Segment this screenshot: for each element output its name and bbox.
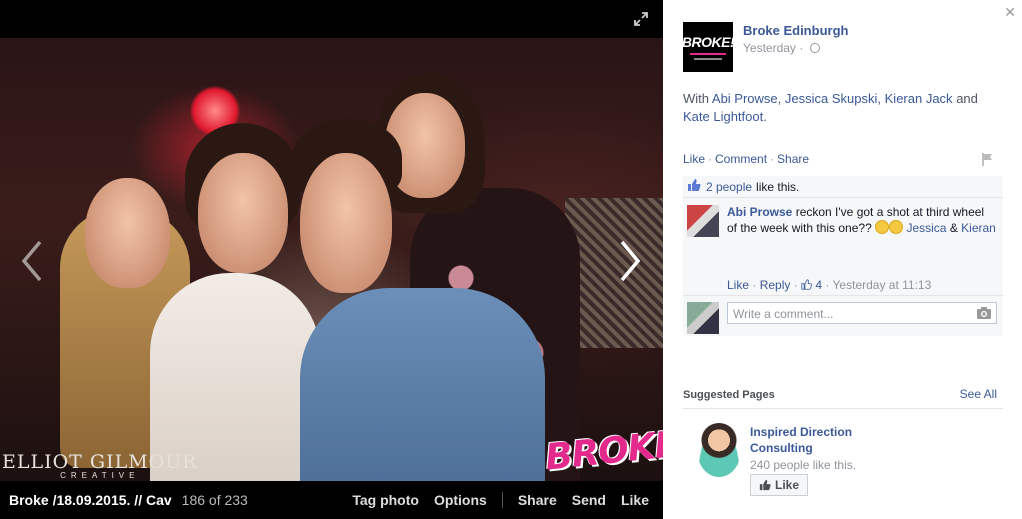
suggested-page-name[interactable]: Inspired Direction Consulting (750, 424, 910, 456)
comment-item: Abi Prowse reckon I've got a shot at thi… (683, 198, 1003, 334)
next-arrow-icon[interactable] (610, 236, 650, 286)
share-link[interactable]: Share (777, 152, 809, 166)
tagged-person-link[interactable]: Abi Prowse (712, 91, 778, 106)
see-all-link[interactable]: See All (960, 387, 997, 401)
options-button[interactable]: Options (434, 492, 487, 508)
man-shirt (300, 288, 545, 481)
suggested-pages-header: Suggested Pages See All (683, 387, 1003, 409)
comment-like-count-value: 4 (815, 278, 823, 292)
separator-comma: , (777, 91, 782, 106)
suggested-page-likes: 240 people like this. (750, 458, 857, 472)
separator (501, 492, 503, 508)
emoji-icon (875, 220, 890, 234)
like-thumb-icon (801, 279, 813, 290)
tag-photo-button[interactable]: Tag photo (352, 492, 419, 508)
share-button[interactable]: Share (518, 492, 557, 508)
like-thumb-icon (687, 178, 701, 195)
tagged-person-link[interactable]: Kate Lightfoot (683, 109, 763, 124)
send-button[interactable]: Send (572, 492, 606, 508)
dot-separator: · (770, 152, 775, 166)
like-button[interactable]: Like (621, 492, 649, 508)
tagged-person-link[interactable]: Jessica Skupski (785, 91, 877, 106)
comment-timestamp[interactable]: Yesterday at 11:13 (833, 278, 932, 292)
write-comment-row (683, 296, 1003, 336)
separator-comma: , (877, 91, 882, 106)
close-icon[interactable]: ✕ (1004, 4, 1016, 21)
comment-link[interactable]: Comment (715, 152, 767, 166)
timestamp-text: Yesterday (743, 41, 796, 55)
ampersand: & (949, 221, 958, 235)
comment-reply-link[interactable]: Reply (760, 278, 791, 292)
mention-link[interactable]: Jessica (906, 221, 946, 235)
photographer-watermark: ELLIOT GILMOUR CREATIVE (2, 451, 198, 480)
page-avatar-stripe (694, 58, 722, 60)
likes-summary: 2 people like this. (683, 176, 1003, 198)
page-avatar[interactable]: BROKE! (681, 22, 735, 72)
tagged-person-link[interactable]: Kieran Jack (885, 91, 953, 106)
photo-actions: Tag photo Options Share Send Like (337, 481, 663, 519)
comment-author[interactable]: Abi Prowse (727, 205, 792, 219)
comments-section: 2 people like this. Abi Prowse reckon I'… (683, 176, 1003, 336)
photo[interactable]: ELLIOT GILMOUR CREATIVE (0, 38, 663, 481)
dot-separator: · (708, 152, 713, 166)
comment-body: Abi Prowse reckon I've got a shot at thi… (727, 204, 997, 236)
photo-counter: 186 of 233 (181, 492, 248, 508)
globe-icon (809, 43, 820, 53)
and-word: and (956, 91, 978, 106)
mention-link[interactable]: Kieran (961, 221, 996, 235)
with-prefix: With (683, 91, 709, 106)
comment-like-count[interactable]: 4 (801, 278, 822, 292)
comment-meta: Like · Reply · 4 · Yesterday at 11:13 (727, 278, 932, 292)
man-face (300, 153, 392, 293)
period: . (763, 109, 767, 124)
post-timestamp[interactable]: Yesterday · (743, 41, 820, 55)
comment-like-link[interactable]: Like (727, 278, 749, 292)
suggested-page-avatar[interactable] (697, 423, 741, 477)
emoji-icon (889, 220, 904, 234)
post-panel: ✕ BROKE! Broke Edinburgh Yesterday · Wit… (663, 0, 1022, 519)
suggested-like-label: Like (774, 478, 799, 492)
page-avatar-logo: BROKE! (681, 34, 735, 50)
album-title[interactable]: Broke /18.09.2015. // Cav (9, 492, 172, 508)
likes-count-link[interactable]: 2 people (706, 180, 752, 194)
commenter-avatar[interactable] (687, 205, 719, 237)
like-thumb-icon (759, 479, 771, 491)
person-left-face (85, 178, 170, 288)
person-center-top (150, 273, 320, 481)
likes-text: like this. (756, 179, 800, 194)
prev-arrow-icon[interactable] (12, 236, 52, 286)
watermark-main: ELLIOT GILMOUR (2, 451, 198, 473)
photo-viewer: ELLIOT GILMOUR CREATIVE BROKE! Broke /18… (0, 0, 695, 519)
photo-action-bar: Broke /18.09.2015. // Cav 186 of 233 Tag… (0, 481, 663, 519)
tagged-people: With Abi Prowse, Jessica Skupski, Kieran… (683, 90, 1003, 126)
like-link[interactable]: Like (683, 152, 705, 166)
suggested-pages-title: Suggested Pages (683, 389, 775, 401)
page-avatar-stripe (690, 53, 726, 55)
person-center-face (198, 153, 288, 273)
page-name-link[interactable]: Broke Edinburgh (743, 23, 848, 38)
suggested-like-button[interactable]: Like (750, 474, 808, 496)
post-actions: Like · Comment · Share (683, 152, 809, 166)
expand-icon[interactable] (633, 11, 649, 27)
flag-icon[interactable] (981, 152, 995, 166)
